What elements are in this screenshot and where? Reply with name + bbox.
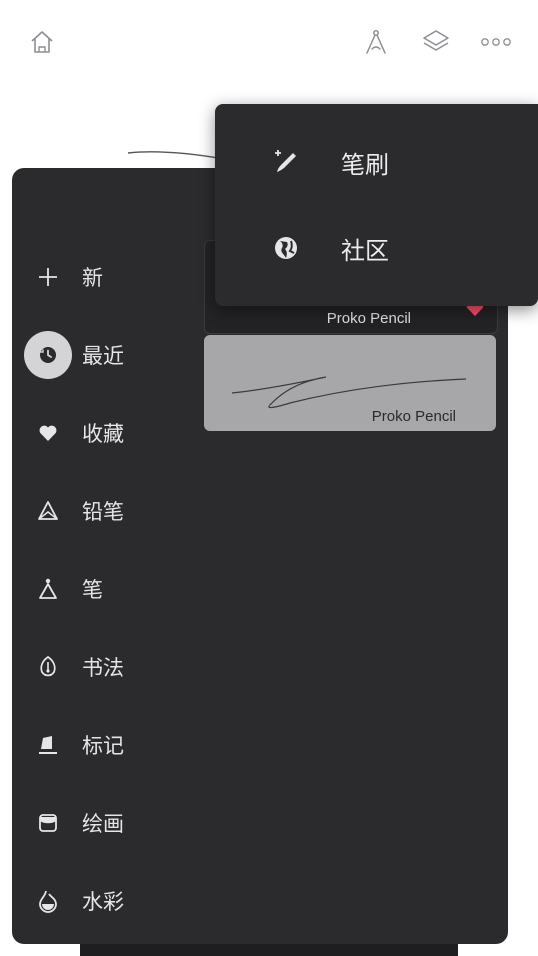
plus-icon: [24, 253, 72, 301]
category-label: 水彩: [82, 890, 124, 914]
category-favorites[interactable]: 收藏: [24, 409, 194, 457]
category-recent[interactable]: 最近: [24, 331, 194, 379]
category-marker[interactable]: 标记: [24, 721, 194, 769]
popover-menu: 笔刷 社区: [215, 104, 538, 306]
globe-icon: [271, 233, 301, 263]
history-icon: [24, 331, 72, 379]
paint-icon: [24, 799, 72, 847]
category-label: 绘画: [82, 812, 124, 836]
watercolor-icon: [24, 877, 72, 925]
category-watercolor[interactable]: 水彩: [24, 877, 194, 925]
brush-name: Proko Pencil: [326, 310, 411, 327]
category-label: 标记: [82, 734, 124, 758]
pencil-icon: [24, 487, 72, 535]
heart-icon: [24, 409, 72, 457]
brush-sparkle-icon: [271, 147, 301, 177]
calligraphy-icon: [24, 643, 72, 691]
category-label: 收藏: [82, 422, 124, 446]
category-label: 铅笔: [82, 500, 124, 524]
category-calligraphy[interactable]: 书法: [24, 643, 194, 691]
more-icon[interactable]: [480, 26, 512, 58]
canvas-stroke: [127, 151, 225, 160]
category-label: 新: [82, 266, 103, 290]
compass-icon[interactable]: [360, 26, 392, 58]
category-label: 笔: [82, 578, 103, 602]
category-label: 最近: [82, 344, 124, 368]
layers-icon[interactable]: [420, 26, 452, 58]
home-icon[interactable]: [26, 26, 58, 58]
brush-stroke-preview: [231, 376, 467, 409]
category-label: 书法: [82, 656, 124, 680]
marker-icon: [24, 721, 72, 769]
brush-name: Proko Pencil: [371, 408, 456, 425]
category-new[interactable]: 新: [24, 253, 194, 301]
pen-icon: [24, 565, 72, 613]
category-paint[interactable]: 绘画: [24, 799, 194, 847]
brush-card-selected[interactable]: Proko Pencil: [204, 335, 496, 431]
menu-item-label: 社区: [341, 236, 389, 265]
menu-item-brushes[interactable]: 笔刷: [215, 130, 538, 194]
category-pen[interactable]: 笔: [24, 565, 194, 613]
menu-item-community[interactable]: 社区: [215, 216, 538, 280]
category-pencil[interactable]: 铅笔: [24, 487, 194, 535]
menu-item-label: 笔刷: [341, 150, 389, 179]
